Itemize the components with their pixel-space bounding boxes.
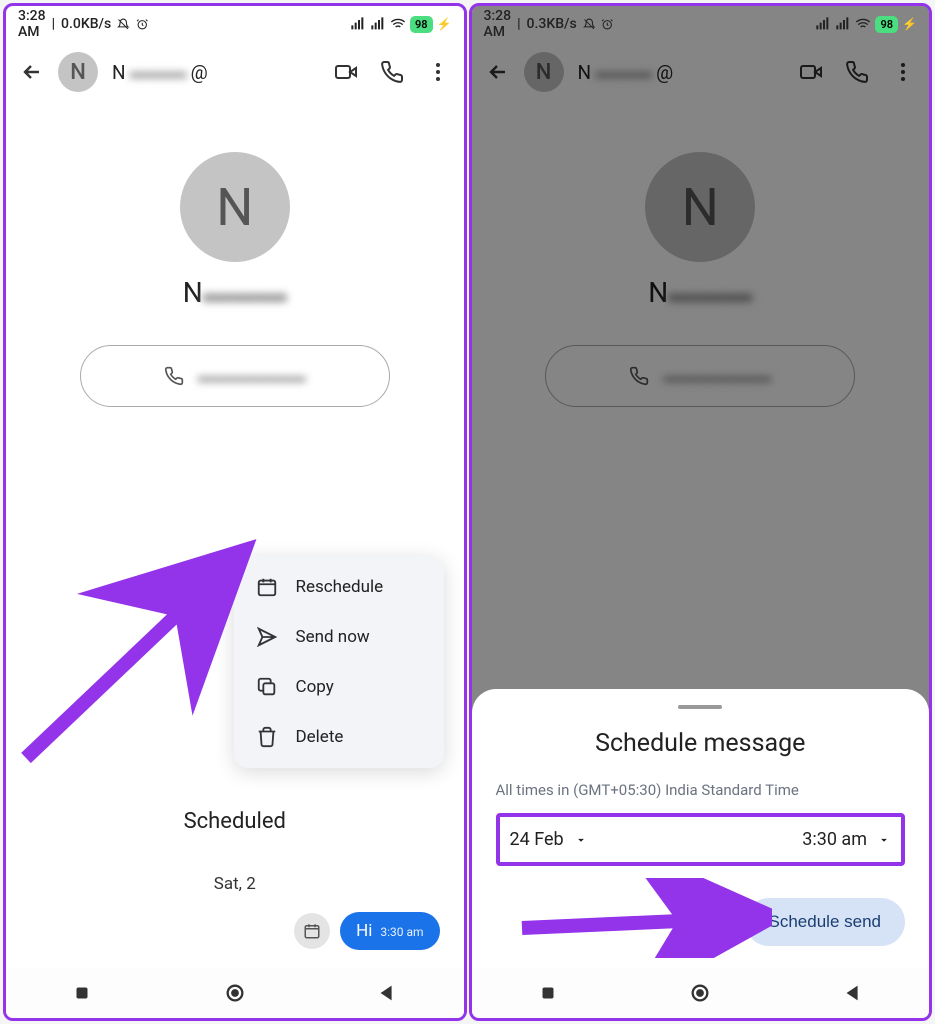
chevron-down-icon xyxy=(877,833,891,847)
notification-off-icon xyxy=(583,18,596,31)
scheduled-sheet: Scheduled Sat, 2 Hi 3:30 am xyxy=(6,775,464,968)
send-icon xyxy=(256,626,278,648)
message-time: 3:30 am xyxy=(380,925,423,939)
drag-handle[interactable] xyxy=(678,705,722,709)
voice-call-icon[interactable] xyxy=(845,60,869,84)
date-picker[interactable]: 24 Feb xyxy=(510,829,588,850)
phone-right: 3:28 AM | 0.3KB/s 98 ⚡ N N▬▬▬ @ N xyxy=(469,3,933,1021)
menu-copy[interactable]: Copy xyxy=(234,662,444,712)
context-menu: Reschedule Send now Copy Delete xyxy=(234,556,444,768)
nav-bar xyxy=(6,968,464,1018)
header-avatar[interactable]: N xyxy=(524,52,564,92)
timezone-label: All times in (GMT+05:30) India Standard … xyxy=(496,780,906,801)
more-icon[interactable] xyxy=(426,60,450,84)
back-icon[interactable] xyxy=(20,60,44,84)
alarm-icon xyxy=(601,18,614,31)
copy-icon xyxy=(256,676,278,698)
phone-number-pill[interactable]: ▬▬▬▬▬▬ xyxy=(545,345,855,407)
chevron-down-icon xyxy=(574,833,588,847)
status-bar: 3:28 AM | 0.0KB/s 98 ⚡ xyxy=(6,6,464,42)
time-picker[interactable]: 3:30 am xyxy=(802,829,891,850)
scheduled-date: Sat, 2 xyxy=(30,874,440,894)
chat-header: N N▬▬▬ @ xyxy=(6,42,464,102)
nav-back-icon[interactable] xyxy=(376,982,398,1004)
nav-recents-icon[interactable] xyxy=(537,982,559,1004)
profile-name: N▬▬▬ xyxy=(183,276,287,309)
signal-icon xyxy=(815,16,831,32)
status-data: 0.0KB/s xyxy=(61,16,111,32)
wifi-icon xyxy=(390,16,406,32)
signal-icon-2 xyxy=(835,16,851,32)
back-icon[interactable] xyxy=(486,60,510,84)
wifi-icon xyxy=(855,16,871,32)
header-avatar[interactable]: N xyxy=(58,52,98,92)
nav-back-icon[interactable] xyxy=(842,982,864,1004)
battery-badge: 98 xyxy=(410,16,433,33)
profile-avatar[interactable]: N xyxy=(180,152,290,262)
video-call-icon[interactable] xyxy=(799,60,823,84)
phone-left: 3:28 AM | 0.0KB/s 98 ⚡ N N▬▬▬ @ N xyxy=(3,3,467,1021)
phone-number-pill[interactable]: ▬▬▬▬▬▬ xyxy=(80,345,390,407)
schedule-chip-icon[interactable] xyxy=(294,913,330,949)
datetime-row: 24 Feb 3:30 am xyxy=(496,813,906,866)
nav-home-icon[interactable] xyxy=(689,982,711,1004)
trash-icon xyxy=(256,726,278,748)
status-time: 3:28 AM xyxy=(18,8,46,40)
notification-off-icon xyxy=(117,18,130,31)
schedule-send-button[interactable]: Schedule send xyxy=(745,898,905,946)
message-text: Hi xyxy=(356,921,372,941)
schedule-sheet: Schedule message All times in (GMT+05:30… xyxy=(472,689,930,968)
menu-send-now[interactable]: Send now xyxy=(234,612,444,662)
status-bar: 3:28 AM | 0.3KB/s 98 ⚡ xyxy=(472,6,930,42)
status-time: 3:28 AM xyxy=(484,8,512,40)
profile-avatar[interactable]: N xyxy=(645,152,755,262)
calendar-icon xyxy=(256,576,278,598)
scheduled-title: Scheduled xyxy=(30,809,440,834)
nav-bar xyxy=(472,968,930,1018)
status-data: 0.3KB/s xyxy=(527,16,577,32)
profile-name: N▬▬▬ xyxy=(648,276,752,309)
message-bubble[interactable]: Hi 3:30 am xyxy=(340,912,439,950)
header-name[interactable]: N▬▬▬ @ xyxy=(578,60,674,84)
signal-icon xyxy=(350,16,366,32)
schedule-title: Schedule message xyxy=(496,729,906,758)
nav-recents-icon[interactable] xyxy=(71,982,93,1004)
signal-icon-2 xyxy=(370,16,386,32)
menu-reschedule[interactable]: Reschedule xyxy=(234,562,444,612)
voice-call-icon[interactable] xyxy=(380,60,404,84)
menu-delete[interactable]: Delete xyxy=(234,712,444,762)
alarm-icon xyxy=(136,18,149,31)
header-name[interactable]: N▬▬▬ @ xyxy=(112,60,208,84)
video-call-icon[interactable] xyxy=(334,60,358,84)
chat-header: N N▬▬▬ @ xyxy=(472,42,930,102)
battery-badge: 98 xyxy=(875,16,898,33)
nav-home-icon[interactable] xyxy=(224,982,246,1004)
more-icon[interactable] xyxy=(891,60,915,84)
